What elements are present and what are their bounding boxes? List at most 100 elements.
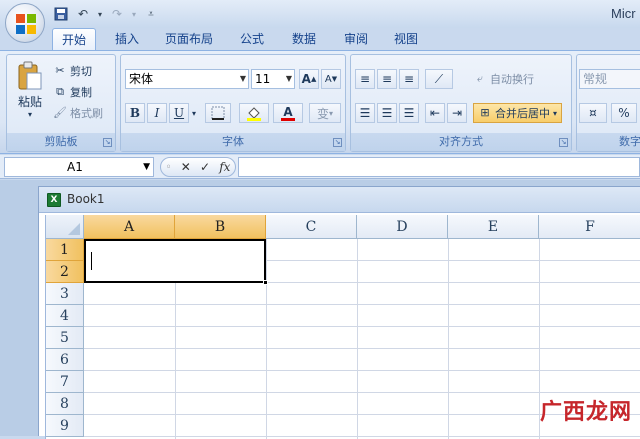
italic-button[interactable]: I [147, 103, 167, 123]
tab-page-layout[interactable]: 页面布局 [158, 28, 220, 50]
column-header[interactable]: F [539, 215, 640, 239]
align-bottom-icon: ≡ [403, 72, 415, 86]
enter-icon[interactable]: ✓ [200, 160, 210, 174]
bold-button[interactable]: B [125, 103, 145, 123]
ribbon-tabs: 开始 插入 页面布局 公式 数据 审阅 视图 [0, 28, 640, 50]
number-format-combo[interactable]: 常规 [579, 69, 640, 89]
tab-formulas[interactable]: 公式 [232, 28, 272, 50]
number-group: 常规 ¤ % 数字 [576, 54, 640, 152]
align-middle-button[interactable]: ≡ [377, 69, 397, 89]
row-header[interactable]: 2 [46, 261, 84, 283]
percent-style-button[interactable]: % [611, 103, 637, 123]
tab-insert[interactable]: 插入 [106, 28, 148, 50]
tab-data[interactable]: 数据 [284, 28, 324, 50]
expand-icon[interactable]: ◦ [166, 162, 172, 173]
copy-icon: ⧉ [56, 85, 64, 98]
accounting-format-button[interactable]: ¤ [579, 103, 607, 123]
insert-function-icon[interactable]: fx [219, 160, 230, 174]
tab-view[interactable]: 视图 [386, 28, 426, 50]
row-header[interactable]: 3 [46, 283, 84, 305]
font-name-combo[interactable]: 宋体 ▼ [125, 69, 249, 89]
phonetic-button[interactable]: 变 ▾ [309, 103, 341, 123]
row-header[interactable]: 5 [46, 327, 84, 349]
gridline [84, 348, 640, 349]
excel-file-icon: X [47, 193, 61, 207]
currency-icon: ¤ [589, 106, 597, 120]
format-painter-button[interactable]: 🖌 格式刷 [53, 105, 103, 121]
increase-indent-button[interactable]: ⇥ [447, 103, 467, 123]
select-all-button[interactable] [46, 215, 84, 239]
column-header[interactable]: B [175, 215, 266, 239]
grow-font-button[interactable]: A ▲ [299, 69, 319, 89]
decrease-indent-button[interactable]: ⇤ [425, 103, 445, 123]
cut-button[interactable]: ✂ 剪切 [53, 63, 92, 79]
fill-handle[interactable] [263, 280, 268, 285]
column-header[interactable]: D [357, 215, 448, 239]
gridline [84, 370, 640, 371]
font-group-label: 字体 [121, 133, 345, 151]
row-header[interactable]: 9 [46, 415, 84, 437]
alignment-dialog-launcher[interactable]: ↘ [559, 138, 568, 147]
align-center-button[interactable]: ☰ [377, 103, 397, 123]
row-header[interactable]: 7 [46, 371, 84, 393]
wrap-text-button[interactable]: ⤶ 自动换行 [473, 71, 534, 87]
undo-dropdown-icon[interactable]: ▾ [96, 5, 104, 23]
orientation-button[interactable]: ⟋ [425, 69, 453, 89]
align-left-button[interactable]: ☰ [355, 103, 375, 123]
cancel-icon[interactable]: ✕ [181, 160, 191, 174]
align-right-button[interactable]: ☰ [399, 103, 419, 123]
column-header[interactable]: E [448, 215, 539, 239]
align-top-button[interactable]: ≡ [355, 69, 375, 89]
wrap-text-label: 自动换行 [490, 73, 534, 86]
shrink-font-button[interactable]: A ▼ [321, 69, 341, 89]
copy-button[interactable]: ⧉ 复制 [53, 84, 92, 100]
chevron-down-icon: ▼ [239, 74, 246, 83]
decrease-indent-icon: ⇤ [429, 106, 441, 120]
shrink-font-icon: A [324, 73, 332, 85]
number-group-label: 数字 [577, 133, 640, 151]
redo-dropdown-icon[interactable]: ▾ [130, 5, 138, 23]
font-size-value: 11 [255, 72, 271, 86]
font-color-icon: A [283, 104, 293, 119]
formula-input[interactable] [238, 157, 640, 177]
fill-color-button[interactable] [239, 103, 269, 123]
font-dialog-launcher[interactable]: ↘ [333, 138, 342, 147]
paintbrush-icon: 🖌 [53, 106, 67, 119]
undo-icon[interactable]: ↶ [74, 5, 92, 23]
row-header[interactable]: 1 [46, 239, 84, 261]
paste-button[interactable]: 粘贴 ▾ [13, 61, 47, 123]
merged-cell-a1-b2[interactable] [84, 239, 268, 285]
clipboard-group: 粘贴 ▾ ✂ 剪切 ⧉ 复制 🖌 格式刷 剪贴板 ↘ [6, 54, 116, 152]
font-group: 宋体 ▼ 11 ▼ A ▲ A ▼ B I U ▾ A 变 ▾ 字体 ↘ [120, 54, 346, 152]
paste-icon [18, 61, 42, 90]
row-header[interactable]: 6 [46, 349, 84, 371]
align-top-icon: ≡ [359, 72, 371, 86]
paste-dropdown-icon[interactable]: ▾ [28, 110, 32, 119]
clipboard-dialog-launcher[interactable]: ↘ [103, 138, 112, 147]
number-format-value: 常规 [583, 72, 608, 86]
redo-icon[interactable]: ↷ [108, 5, 126, 23]
column-header[interactable]: C [266, 215, 357, 239]
save-icon[interactable] [52, 5, 70, 23]
gridline [84, 392, 640, 393]
gridline [357, 239, 358, 439]
name-box[interactable]: A1 ▼ [4, 157, 154, 177]
tab-review[interactable]: 审阅 [336, 28, 376, 50]
merge-center-button[interactable]: ⊞ 合并后居中 ▾ [473, 103, 563, 123]
increase-indent-icon: ⇥ [451, 106, 463, 120]
cut-label: 剪切 [70, 65, 92, 78]
tab-home[interactable]: 开始 [52, 28, 96, 50]
row-header[interactable]: 4 [46, 305, 84, 327]
font-color-button[interactable]: A [273, 103, 303, 123]
align-bottom-button[interactable]: ≡ [399, 69, 419, 89]
office-button[interactable] [5, 3, 45, 43]
borders-button[interactable] [205, 103, 231, 123]
workbook-name: Book1 [67, 192, 105, 206]
underline-button[interactable]: U [169, 103, 189, 123]
customize-icon[interactable]: ⩡ [142, 5, 160, 23]
column-header[interactable]: A [84, 215, 175, 239]
row-header[interactable]: 8 [46, 393, 84, 415]
format-painter-label: 格式刷 [70, 107, 103, 120]
underline-dropdown-icon[interactable]: ▾ [189, 103, 199, 123]
font-size-combo[interactable]: 11 ▼ [251, 69, 295, 89]
